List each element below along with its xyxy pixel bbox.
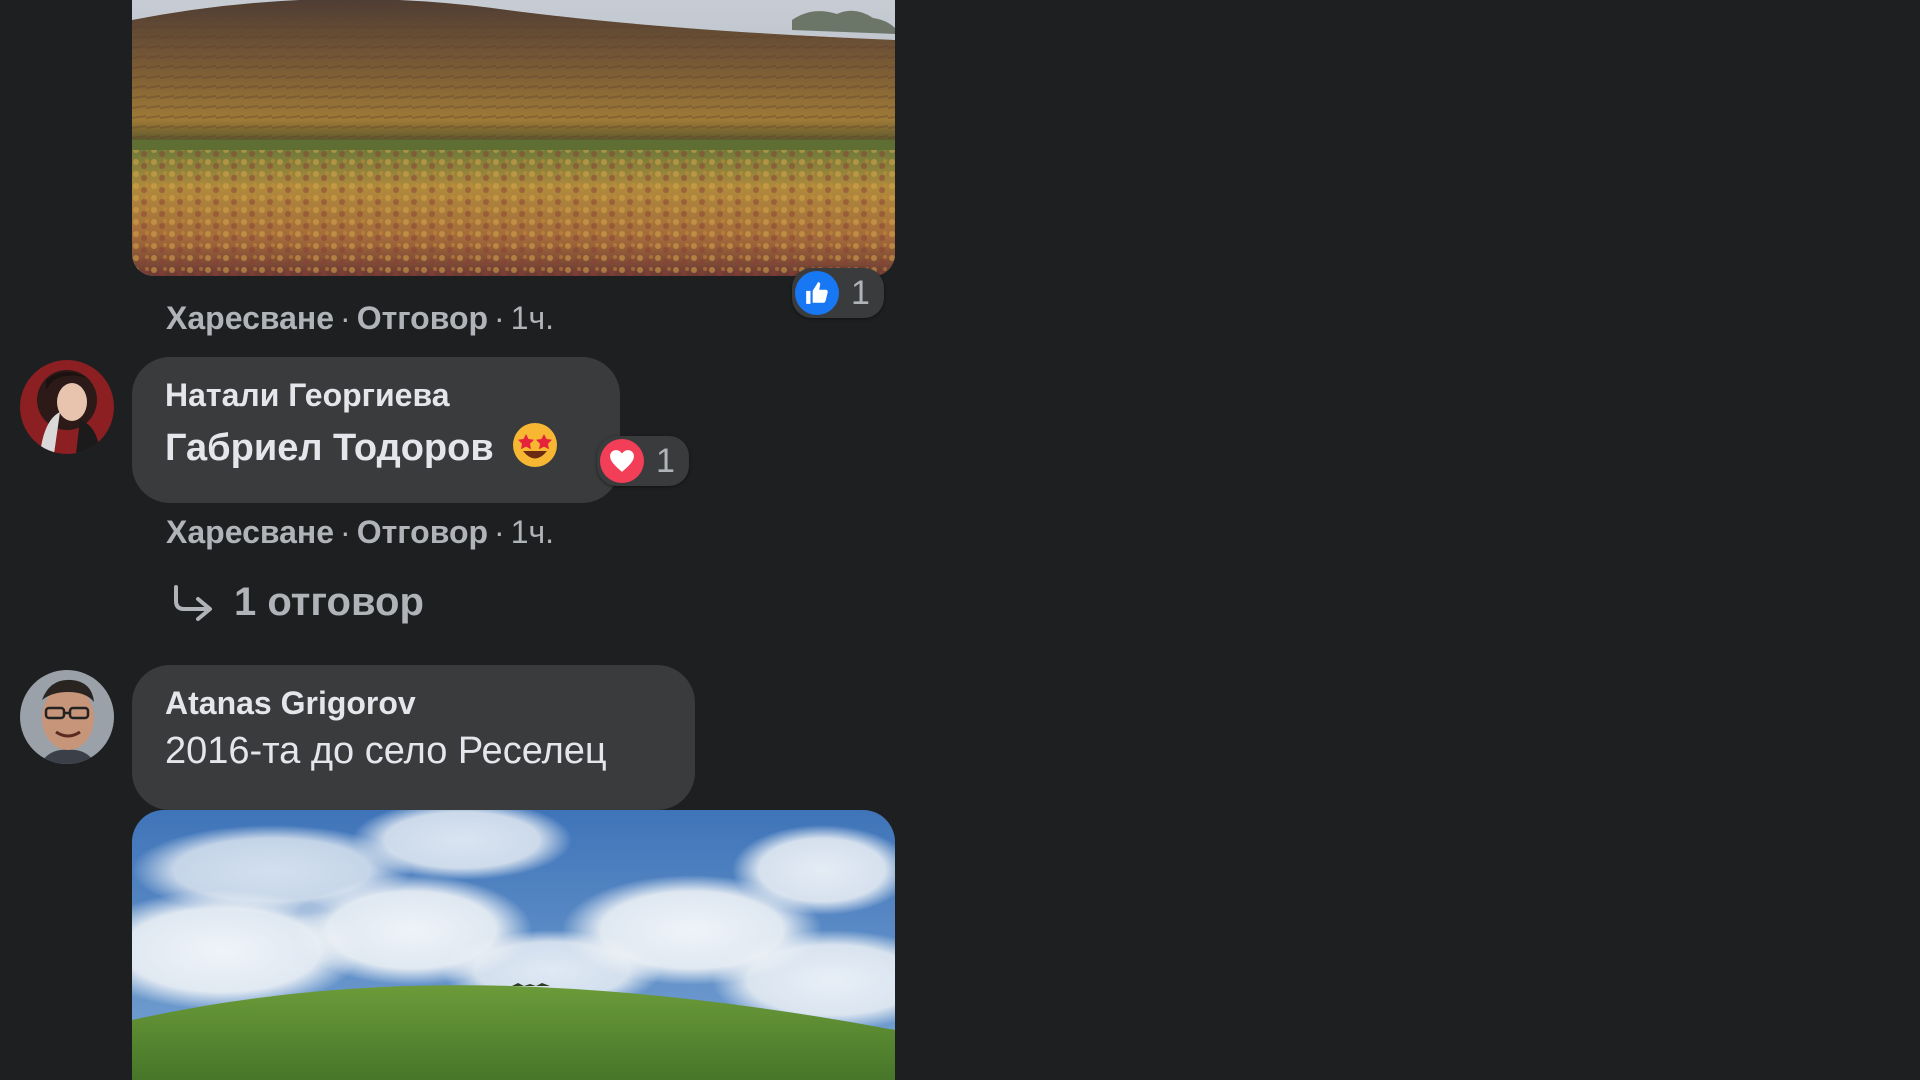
reply-arrow-icon [174,584,212,621]
comment-text-row: Габриел Тодоров [165,422,590,478]
like-link[interactable]: Харесване [166,300,334,337]
profile-photo [20,670,114,764]
comment-bubble: Atanas Grigorov 2016-та до село Реселец [132,665,695,810]
separator: · [340,514,351,550]
like-icon [795,271,839,315]
reply-link[interactable]: Отговор [357,514,488,551]
comment-author[interactable]: Натали Георгиева [165,377,590,414]
hill-photo [132,810,895,1080]
separator: · [494,514,505,550]
comment-actions: Харесване · Отговор · 1ч. [166,514,554,551]
comment-author[interactable]: Atanas Grigorov [165,685,665,722]
heart-icon [600,439,644,483]
like-link[interactable]: Харесване [166,514,334,551]
separator: · [340,300,351,336]
comment-photo-vineyard[interactable] [132,0,895,276]
timestamp[interactable]: 1ч. [511,514,554,551]
comment-bubble: Натали Георгиева Габриел Тодоров [132,357,620,503]
comment-text: 2016-та до село Реселец [165,730,607,772]
reaction-summary[interactable]: 1 [597,436,689,486]
avatar[interactable] [20,670,114,764]
comment-text-mention[interactable]: Габриел Тодоров [165,427,494,469]
timestamp[interactable]: 1ч. [511,300,554,337]
avatar[interactable] [20,360,114,454]
profile-photo [20,360,114,454]
comment-actions: Харесване · Отговор · 1ч. [166,300,554,337]
star-struck-emoji [512,422,558,478]
reply-link[interactable]: Отговор [357,300,488,337]
reaction-count: 1 [851,273,870,312]
comment-photo-hill[interactable] [132,810,895,1080]
separator: · [494,300,505,336]
reaction-summary[interactable]: 1 [792,268,884,318]
replies-count-label: 1 отговор [234,580,424,624]
vineyard-photo [132,0,895,276]
comments-section: 1 Харесване · Отговор · 1ч. Натали Георг… [0,0,1920,1080]
reaction-count: 1 [656,441,675,480]
view-replies-link[interactable]: 1 отговор [170,580,424,625]
